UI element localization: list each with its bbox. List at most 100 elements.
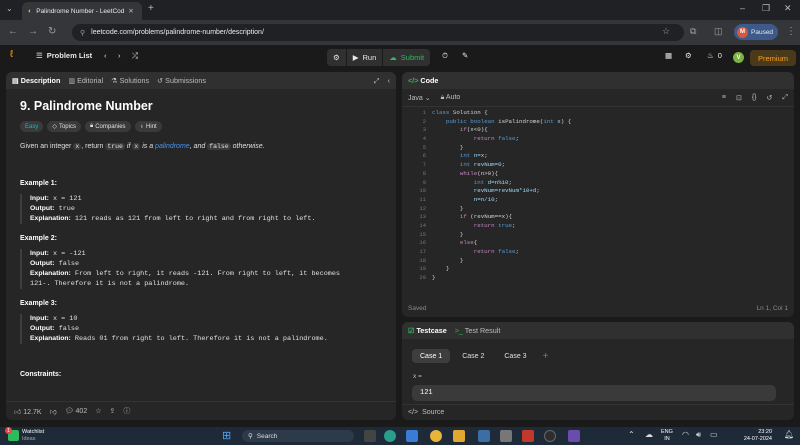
braces-icon[interactable]: {} — [752, 94, 757, 101]
language-indicator[interactable]: ENG IN — [661, 429, 673, 443]
streak-button[interactable]: ♨ 0 — [707, 51, 722, 60]
case-2-tab[interactable]: Case 2 — [454, 349, 492, 363]
battery-icon[interactable]: ▭ — [710, 430, 718, 439]
close-window-icon[interactable]: ✕ — [784, 3, 792, 14]
clock-time: 23:20 — [758, 429, 772, 435]
sidepanel-icon[interactable]: ◫ — [714, 26, 723, 37]
tab-submissions[interactable]: ↺ Submissions — [157, 76, 206, 85]
case-1-tab[interactable]: Case 1 — [412, 349, 451, 363]
bookmark-icon[interactable]: ⊡ — [736, 94, 742, 102]
line-number: 12 — [419, 204, 426, 212]
vscode-icon[interactable] — [568, 430, 580, 442]
comments-button[interactable]: 💬︎ 402 — [65, 407, 88, 415]
favorite-star-icon[interactable]: ☆ — [95, 407, 101, 415]
shuffle-icon[interactable]: ⤮ — [132, 51, 138, 61]
wifi-icon[interactable]: ◠ — [682, 430, 689, 439]
mail-icon[interactable] — [478, 430, 490, 442]
app-icon[interactable] — [522, 430, 534, 442]
camera-icon[interactable] — [500, 430, 512, 442]
tab-editorial[interactable]: ▥ Editorial — [68, 76, 103, 85]
submit-label: Submit — [400, 53, 425, 62]
autocomplete-toggle[interactable]: 🔒︎ Auto — [441, 94, 461, 102]
store-icon[interactable] — [406, 430, 418, 442]
tab-description[interactable]: ▤ Description — [12, 76, 60, 85]
tab-test-result[interactable]: >_ Test Result — [455, 326, 501, 335]
difficulty-badge: Easy — [20, 121, 44, 132]
widgets-button[interactable]: 1 Watchlist Ideas — [5, 427, 44, 442]
clock[interactable]: 23:20 24-07-2024 — [728, 429, 772, 443]
reload-icon[interactable]: ↻ — [48, 26, 56, 37]
profile-status: Paused — [751, 28, 774, 36]
thumbs-down-icon: 👎︎ — [49, 408, 57, 416]
case-3-tab[interactable]: Case 3 — [496, 349, 534, 363]
bookmark-star-icon[interactable]: ☆ — [662, 26, 670, 37]
file-explorer-icon[interactable] — [453, 430, 465, 442]
case-tabs: Case 1 Case 2 Case 3 + — [412, 349, 548, 363]
line-number: 4 — [422, 135, 426, 143]
companies-chip[interactable]: 🔒︎ Companies — [84, 121, 131, 132]
site-info-icon[interactable]: ⚲ — [80, 29, 85, 37]
palindrome-link[interactable]: palindrome — [155, 143, 190, 150]
address-bar[interactable]: ⚲ leetcode.com/problems/palindrome-numbe… — [72, 24, 684, 41]
back-icon[interactable]: ← — [8, 26, 18, 37]
windows-start-icon[interactable]: ⊞ — [222, 429, 234, 442]
prev-problem-icon[interactable]: ‹ — [104, 51, 107, 60]
help-icon[interactable]: ⓘ — [123, 406, 130, 416]
layout-icon[interactable]: ▦ — [665, 51, 672, 60]
testcase-input[interactable]: 121 — [412, 385, 776, 401]
source-button[interactable]: Source — [422, 409, 444, 416]
collapse-panel-icon[interactable]: ‹ — [388, 76, 390, 85]
browser-tab[interactable]: ◐ Palindrome Number - LeetCode ✕ — [22, 2, 142, 20]
description-footer: 👍︎ 12.7K 👎︎ 💬︎ 402 ☆ ⇪ ⓘ — [6, 401, 396, 420]
notification-bell-icon[interactable]: 🔔︎ — [784, 430, 794, 439]
reset-icon[interactable]: ↺ — [767, 94, 773, 102]
tab-search-icon[interactable]: ⌄ — [6, 4, 13, 13]
edge-icon[interactable] — [384, 430, 396, 442]
line-number: 1 — [422, 109, 426, 116]
run-label: Run — [362, 53, 377, 62]
fullscreen-icon[interactable]: ⤢ — [782, 94, 788, 102]
premium-button[interactable]: Premium — [750, 50, 796, 66]
settings-gear-icon[interactable]: ⚙ — [685, 51, 692, 60]
new-tab-icon[interactable]: + — [148, 3, 154, 14]
chrome-icon[interactable] — [430, 430, 442, 442]
tray-app-icon[interactable]: ☁ — [645, 430, 653, 439]
chrome-menu-icon[interactable]: ⋮ — [786, 26, 796, 37]
timer-icon[interactable]: ⏱ — [442, 51, 448, 61]
example-heading: Example 2: — [20, 235, 57, 242]
next-problem-icon[interactable]: › — [118, 51, 121, 60]
code-header: </> Code — [402, 72, 794, 89]
hint-chip[interactable]: ♁ Hint — [134, 121, 162, 132]
run-button[interactable]: ▶ Run — [346, 49, 383, 66]
tab-solutions[interactable]: ⚗ Solutions — [111, 76, 149, 85]
minimize-icon[interactable]: – — [740, 3, 745, 13]
debug-button[interactable]: ⚙ — [327, 49, 346, 66]
tray-chevron-icon[interactable]: ⌃ — [628, 430, 635, 439]
format-icon[interactable]: ≡ — [722, 94, 726, 101]
add-case-icon[interactable]: + — [543, 351, 549, 362]
example-block: Input: x = 121 Output: true Explanation:… — [20, 194, 382, 224]
topics-chip[interactable]: ◇ Topics — [47, 121, 81, 132]
leetcode-logo-icon[interactable]: ℓ — [10, 49, 13, 60]
maximize-icon[interactable]: ❐ — [762, 3, 770, 14]
notes-icon[interactable]: ✎ — [462, 51, 468, 60]
volume-icon[interactable]: 🔊︎ — [696, 430, 701, 440]
submit-button[interactable]: ☁ Submit — [383, 49, 431, 66]
taskbar-search[interactable]: ⚲ Search — [242, 430, 354, 442]
profile-button[interactable]: M Paused — [734, 24, 778, 40]
language-select[interactable]: Java ⌄ — [408, 94, 431, 102]
task-view-icon[interactable] — [364, 430, 376, 442]
tab-testcase[interactable]: ☑ Testcase — [408, 326, 447, 335]
problem-list-button[interactable]: ☰ Problem List — [36, 51, 92, 60]
expand-panel-icon[interactable]: ⤢ — [374, 76, 380, 86]
forward-icon[interactable]: → — [28, 26, 38, 37]
extensions-icon[interactable]: ⧉ — [690, 26, 696, 37]
user-avatar[interactable]: V — [733, 52, 744, 63]
tab-close-icon[interactable]: ✕ — [128, 7, 133, 15]
dell-icon[interactable] — [544, 430, 556, 442]
dislike-button[interactable]: 👎︎ — [50, 407, 57, 416]
code-editor[interactable]: class Solution { public boolean isPalind… — [432, 109, 571, 283]
like-button[interactable]: 👍︎ 12.7K — [14, 407, 42, 416]
lang-code: ENG — [661, 429, 673, 435]
share-icon[interactable]: ⇪ — [110, 407, 116, 415]
